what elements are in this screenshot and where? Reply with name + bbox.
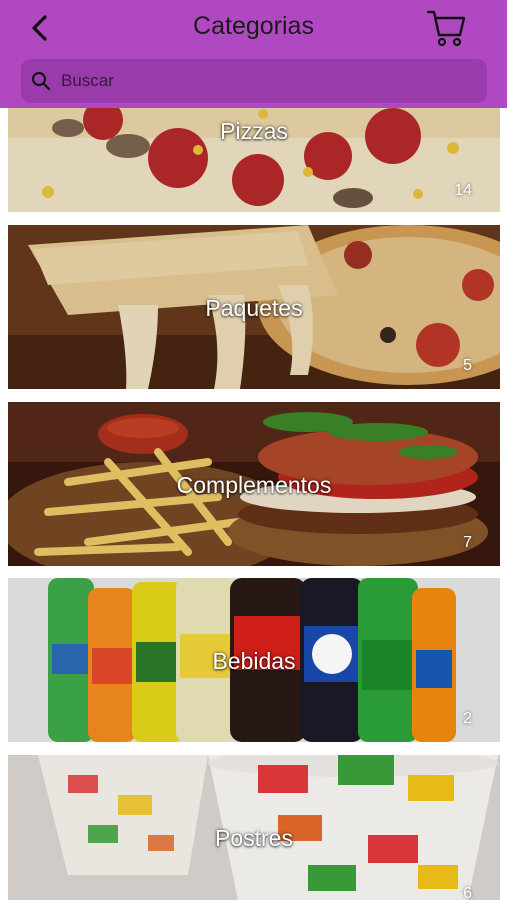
search-icon [32,72,51,91]
category-card-pizzas[interactable]: Pizzas 14 [8,108,500,212]
category-name: Paquetes [205,295,303,321]
category-count: 2 [463,710,472,727]
search-bar[interactable] [21,59,487,103]
category-count: 5 [463,357,472,374]
category-name: Pizzas [220,118,288,144]
category-card-complementos[interactable]: Complementos 7 [8,402,500,566]
category-count: 14 [454,182,472,199]
category-count: 6 [463,885,472,900]
search-input[interactable] [59,70,463,92]
category-name: Complementos [176,472,332,498]
cart-button[interactable] [424,6,470,50]
category-card-postres[interactable]: Postres 6 [8,755,500,900]
category-name: Postres [215,825,293,851]
category-name: Bebidas [212,648,296,674]
shopping-cart-icon [426,10,466,47]
app-header: Categorias [0,0,507,108]
category-card-bebidas[interactable]: Bebidas 2 [8,578,500,742]
category-card-paquetes[interactable]: Paquetes 5 [8,225,500,389]
category-count: 7 [463,534,472,551]
